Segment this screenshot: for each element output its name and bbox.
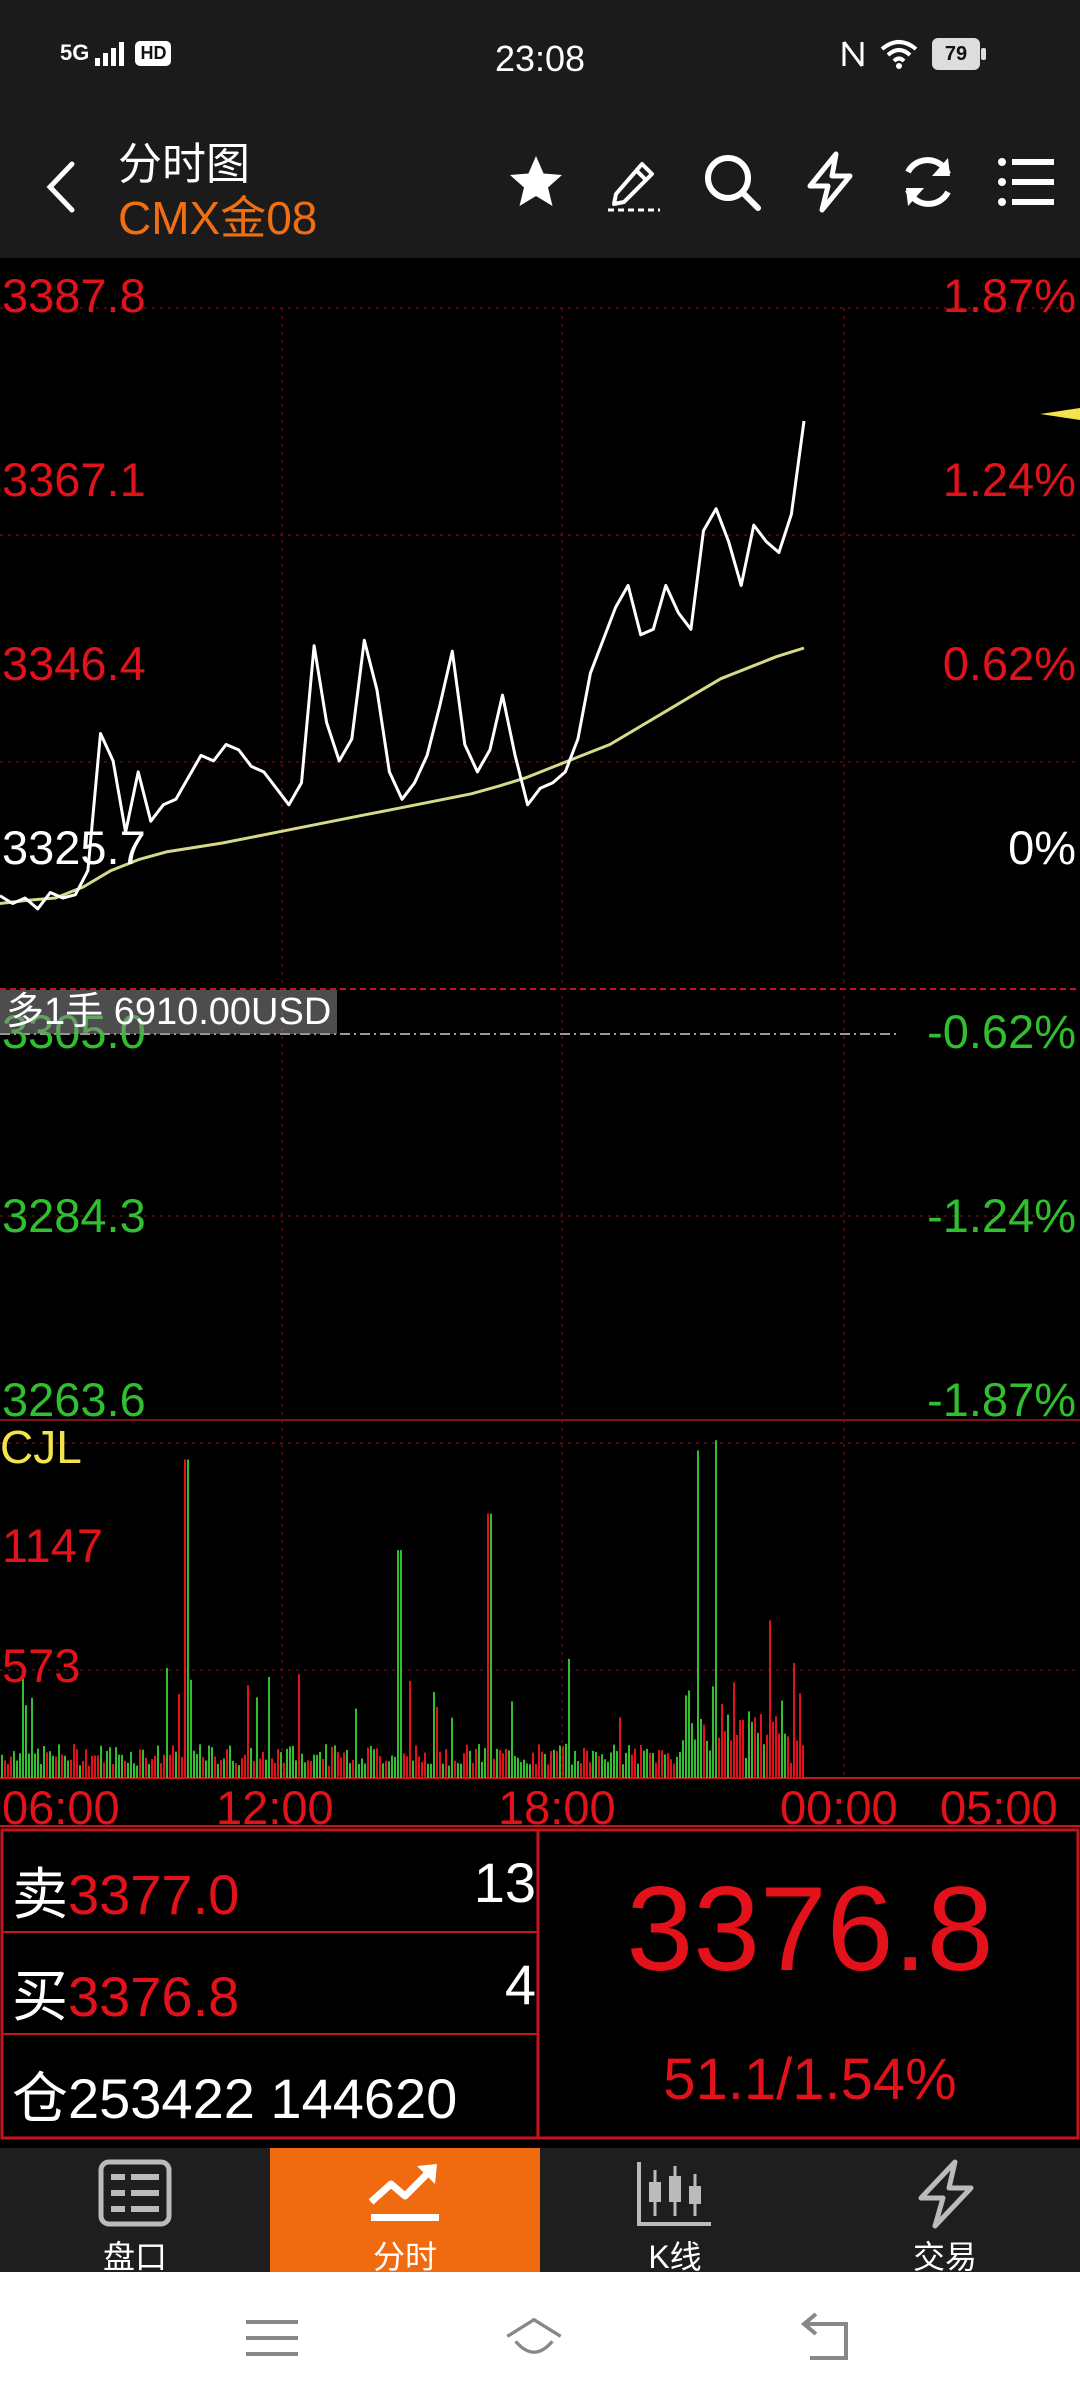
bid-price: 3376.8 (68, 1965, 240, 2028)
current-price-marker (1040, 408, 1080, 420)
percent-axis-label: 0.62% (942, 637, 1076, 690)
lightning-icon (918, 2159, 974, 2229)
wifi-icon (880, 40, 918, 69)
percent-axis-label: 0% (1008, 821, 1076, 874)
time-axis-label: 06:00 (2, 1781, 120, 1834)
percent-axis-label: -1.87% (927, 1373, 1076, 1426)
volume-axis-label: 573 (2, 1639, 81, 1692)
chart-grid (0, 307, 1080, 1827)
price-axis-label: 3346.4 (2, 637, 146, 690)
tab-kline[interactable]: K线 (540, 2148, 810, 2275)
percent-axis-label: 1.24% (942, 453, 1076, 506)
order-book-icon (98, 2159, 172, 2227)
volume-bars (1, 1440, 804, 1778)
time-axis-label: 00:00 (780, 1781, 898, 1834)
open-interest-label: 仓 (12, 2067, 68, 2130)
last-price: 3376.8 (626, 1862, 994, 1996)
tab-order-book[interactable]: 盘口 (0, 2148, 270, 2275)
system-navigation-bar (0, 2272, 1080, 2400)
status-right: 79 (840, 38, 986, 70)
menu-list-icon[interactable] (994, 150, 1058, 214)
back-icon[interactable] (36, 152, 86, 222)
timeshare-icon (368, 2164, 439, 2221)
ask-row[interactable]: 卖3377.0 (12, 1850, 239, 1931)
ask-price: 3377.0 (68, 1863, 240, 1926)
draw-icon[interactable] (602, 150, 666, 214)
timeshare-chart[interactable] (0, 258, 1080, 1828)
bid-label: 买 (12, 1965, 68, 2028)
percent-axis-label: -0.62% (927, 1005, 1076, 1058)
percent-axis-label: 1.87% (942, 269, 1076, 322)
price-axis-label: 3387.8 (2, 269, 146, 322)
ask-label: 卖 (12, 1863, 68, 1926)
nfc-icon (842, 41, 864, 67)
home-icon[interactable] (504, 2310, 564, 2366)
volume-axis-label: 1147 (2, 1519, 104, 1572)
open-interest-row: 仓253422 144620 (12, 2054, 457, 2135)
star-icon[interactable] (504, 150, 568, 214)
price-axis-label: 3325.7 (2, 821, 146, 874)
bottom-tab-bar: 盘口 分时 K线 交易 (0, 2148, 1080, 2275)
price-axis-label: 3284.3 (2, 1189, 146, 1242)
recent-apps-icon[interactable] (242, 2310, 302, 2366)
price-axis-label: 3263.6 (2, 1373, 146, 1426)
refresh-icon[interactable] (896, 150, 960, 214)
flash-trade-icon[interactable] (798, 150, 862, 214)
open-interest-value: 253422 144620 (68, 2067, 458, 2130)
tab-timeshare[interactable]: 分时 (270, 2148, 540, 2275)
status-bar: 5G HD 23:08 79 (0, 0, 1080, 120)
tab-trade[interactable]: 交易 (810, 2148, 1080, 2275)
percent-axis-label: -1.24% (927, 1189, 1076, 1242)
time-axis-label: 12:00 (216, 1781, 334, 1834)
position-tag[interactable]: 多1手 6910.00USD (0, 990, 338, 1034)
price-change: 51.1/1.54% (663, 2047, 957, 2112)
time-axis-label: 05:00 (940, 1781, 1058, 1834)
candlestick-icon (637, 2162, 711, 2226)
volume-title: CJL (0, 1421, 82, 1473)
price-axis-label: 3367.1 (2, 453, 146, 506)
price-lines (0, 408, 1080, 911)
bid-quantity: 4 (504, 1953, 536, 2016)
ask-quantity: 13 (473, 1851, 536, 1914)
bid-row[interactable]: 买3376.8 (12, 1952, 239, 2033)
contract-name: CMX金08 (118, 192, 318, 244)
back-nav-icon[interactable] (796, 2310, 856, 2366)
search-icon[interactable] (700, 150, 764, 214)
time-axis-label: 18:00 (498, 1781, 616, 1834)
battery-indicator: 79 (932, 38, 986, 70)
